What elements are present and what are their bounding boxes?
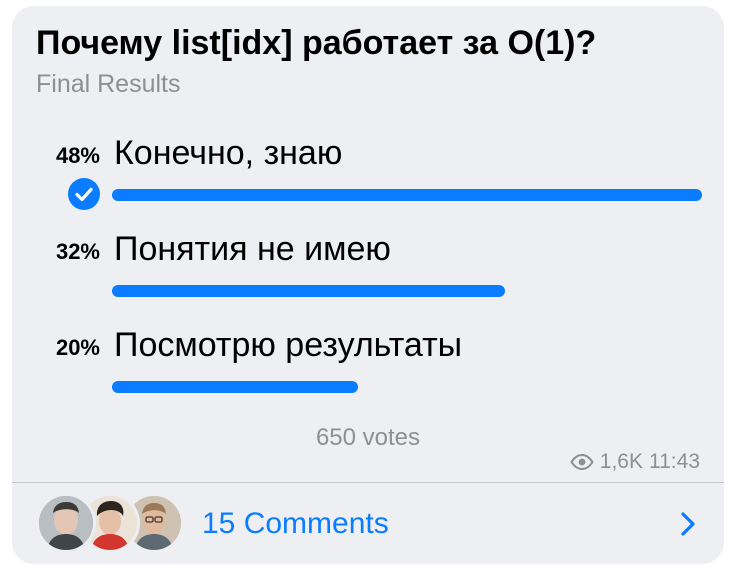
option-label: Конечно, знаю	[114, 134, 343, 172]
comments-button[interactable]: 15 Comments	[12, 483, 724, 564]
votes-count: 650 votes	[315, 424, 421, 451]
eye-icon	[570, 454, 594, 470]
views-count: 1,6K	[599, 450, 643, 473]
poll-status: Final Results	[36, 70, 181, 98]
comments-label: 15 Comments	[202, 507, 389, 540]
avatar	[36, 493, 96, 553]
option-percent: 32%	[55, 239, 100, 264]
option-percent: 20%	[55, 335, 100, 360]
chevron-right-icon	[681, 512, 695, 536]
option-label: Понятия не имею	[114, 230, 391, 268]
option-label: Посмотрю результаты	[114, 326, 463, 364]
option-result-bar	[112, 381, 358, 393]
check-circle-icon	[68, 178, 100, 210]
message-time: 11:43	[649, 450, 700, 473]
option-percent: 48%	[55, 143, 100, 168]
option-result-bar	[112, 285, 505, 297]
option-result-bar	[112, 189, 702, 201]
poll-question: Почему list[idx] работает за O(1)?	[36, 24, 597, 62]
message-meta: 1,6K 11:43	[570, 450, 700, 474]
poll-message: Почему list[idx] работает за O(1)? Final…	[12, 6, 724, 564]
